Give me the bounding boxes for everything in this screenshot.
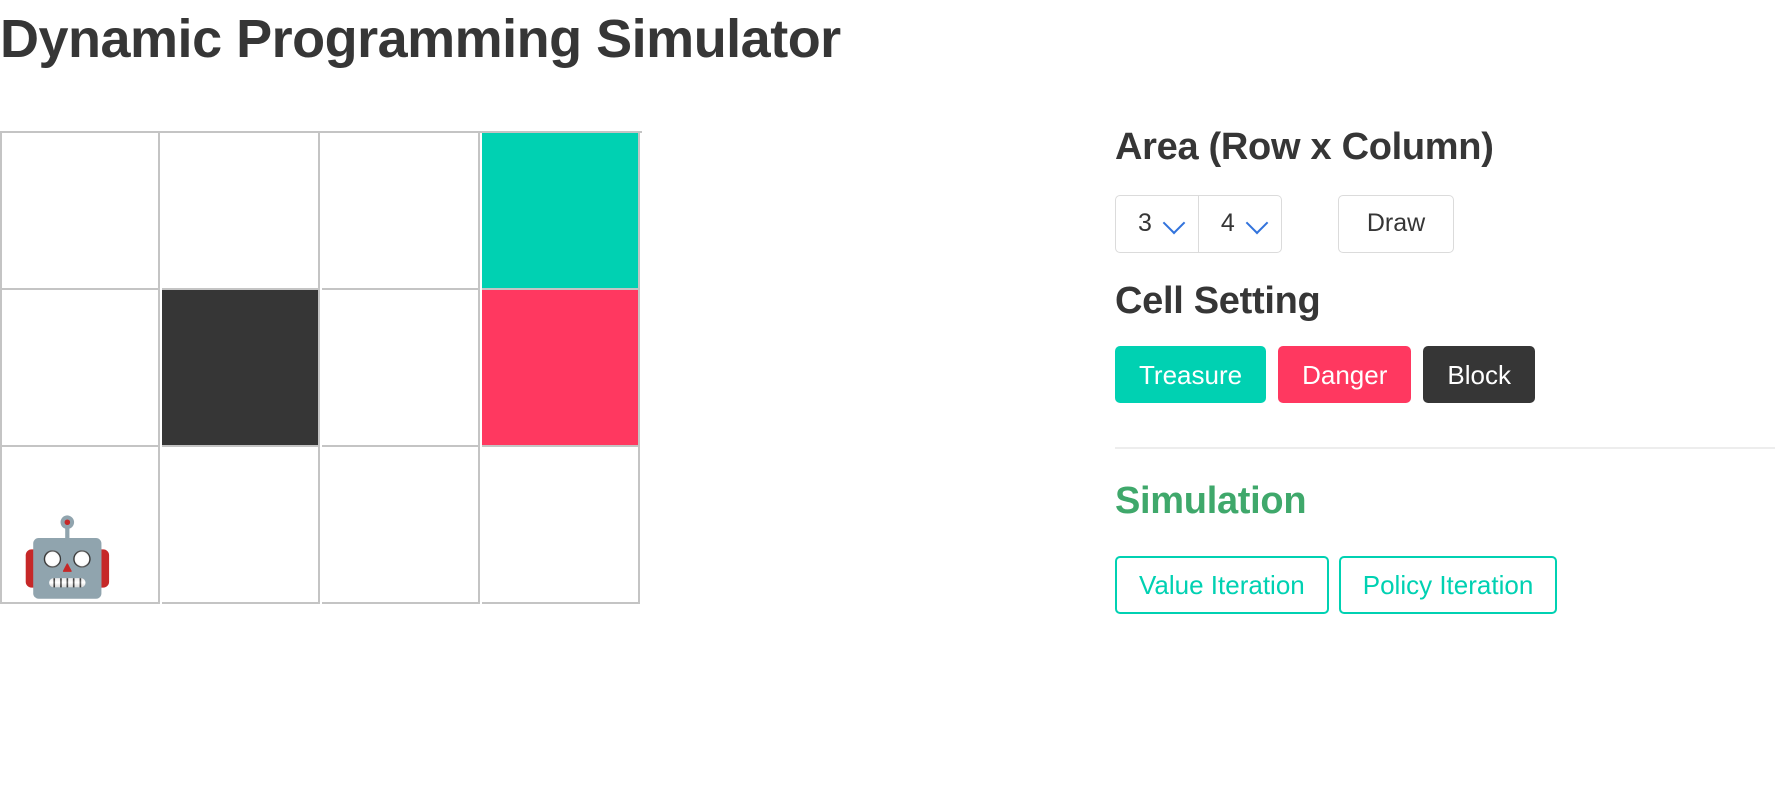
block-cell-button[interactable]: Block <box>1423 346 1535 404</box>
row-count-value: 3 <box>1138 209 1152 238</box>
area-select-group: 3 4 <box>1115 194 1282 253</box>
column-count-select[interactable]: 4 <box>1198 194 1282 253</box>
area-controls-row: 3 4 Draw <box>1115 194 1775 253</box>
page-title: Dynamic Programming Simulator <box>0 9 841 69</box>
grid-board[interactable]: 🤖 <box>0 131 642 604</box>
control-panel: Area (Row x Column) 3 4 Draw Cell Settin… <box>1115 125 1775 615</box>
treasure-cell-button[interactable]: Treasure <box>1115 346 1267 404</box>
grid-cell-2-1[interactable] <box>162 447 320 604</box>
grid-cell-0-1[interactable] <box>162 133 320 290</box>
draw-button[interactable]: Draw <box>1337 194 1455 253</box>
grid-cell-2-3[interactable] <box>482 447 640 604</box>
chevron-down-icon <box>1162 211 1186 234</box>
grid-cell-2-2[interactable] <box>322 447 480 604</box>
grid-cell-1-3[interactable] <box>482 290 640 447</box>
grid-cell-0-0[interactable] <box>2 133 160 290</box>
grid-cell-0-3[interactable] <box>482 133 640 290</box>
panel-divider <box>1115 447 1775 450</box>
row-count-select[interactable]: 3 <box>1115 194 1199 253</box>
area-heading: Area (Row x Column) <box>1115 126 1494 168</box>
value-iteration-button[interactable]: Value Iteration <box>1115 556 1329 615</box>
simulation-buttons: Value Iteration Policy Iteration <box>1115 556 1775 615</box>
chevron-down-icon <box>1245 211 1269 234</box>
robot-icon: 🤖 <box>20 515 115 600</box>
cell-setting-heading: Cell Setting <box>1115 279 1321 322</box>
column-count-value: 4 <box>1220 209 1235 238</box>
simulation-heading: Simulation <box>1115 480 1307 523</box>
grid-cell-2-0[interactable]: 🤖 <box>2 447 160 604</box>
grid-cell-1-1[interactable] <box>162 290 320 447</box>
policy-iteration-button[interactable]: Policy Iteration <box>1338 556 1558 615</box>
grid-cell-0-2[interactable] <box>322 133 480 290</box>
grid-cell-1-0[interactable] <box>2 290 160 447</box>
cell-setting-buttons: Treasure Danger Block <box>1115 346 1775 404</box>
danger-cell-button[interactable]: Danger <box>1278 346 1412 404</box>
grid-cell-1-2[interactable] <box>322 290 480 447</box>
grid-board-container: 🤖 <box>0 131 642 604</box>
